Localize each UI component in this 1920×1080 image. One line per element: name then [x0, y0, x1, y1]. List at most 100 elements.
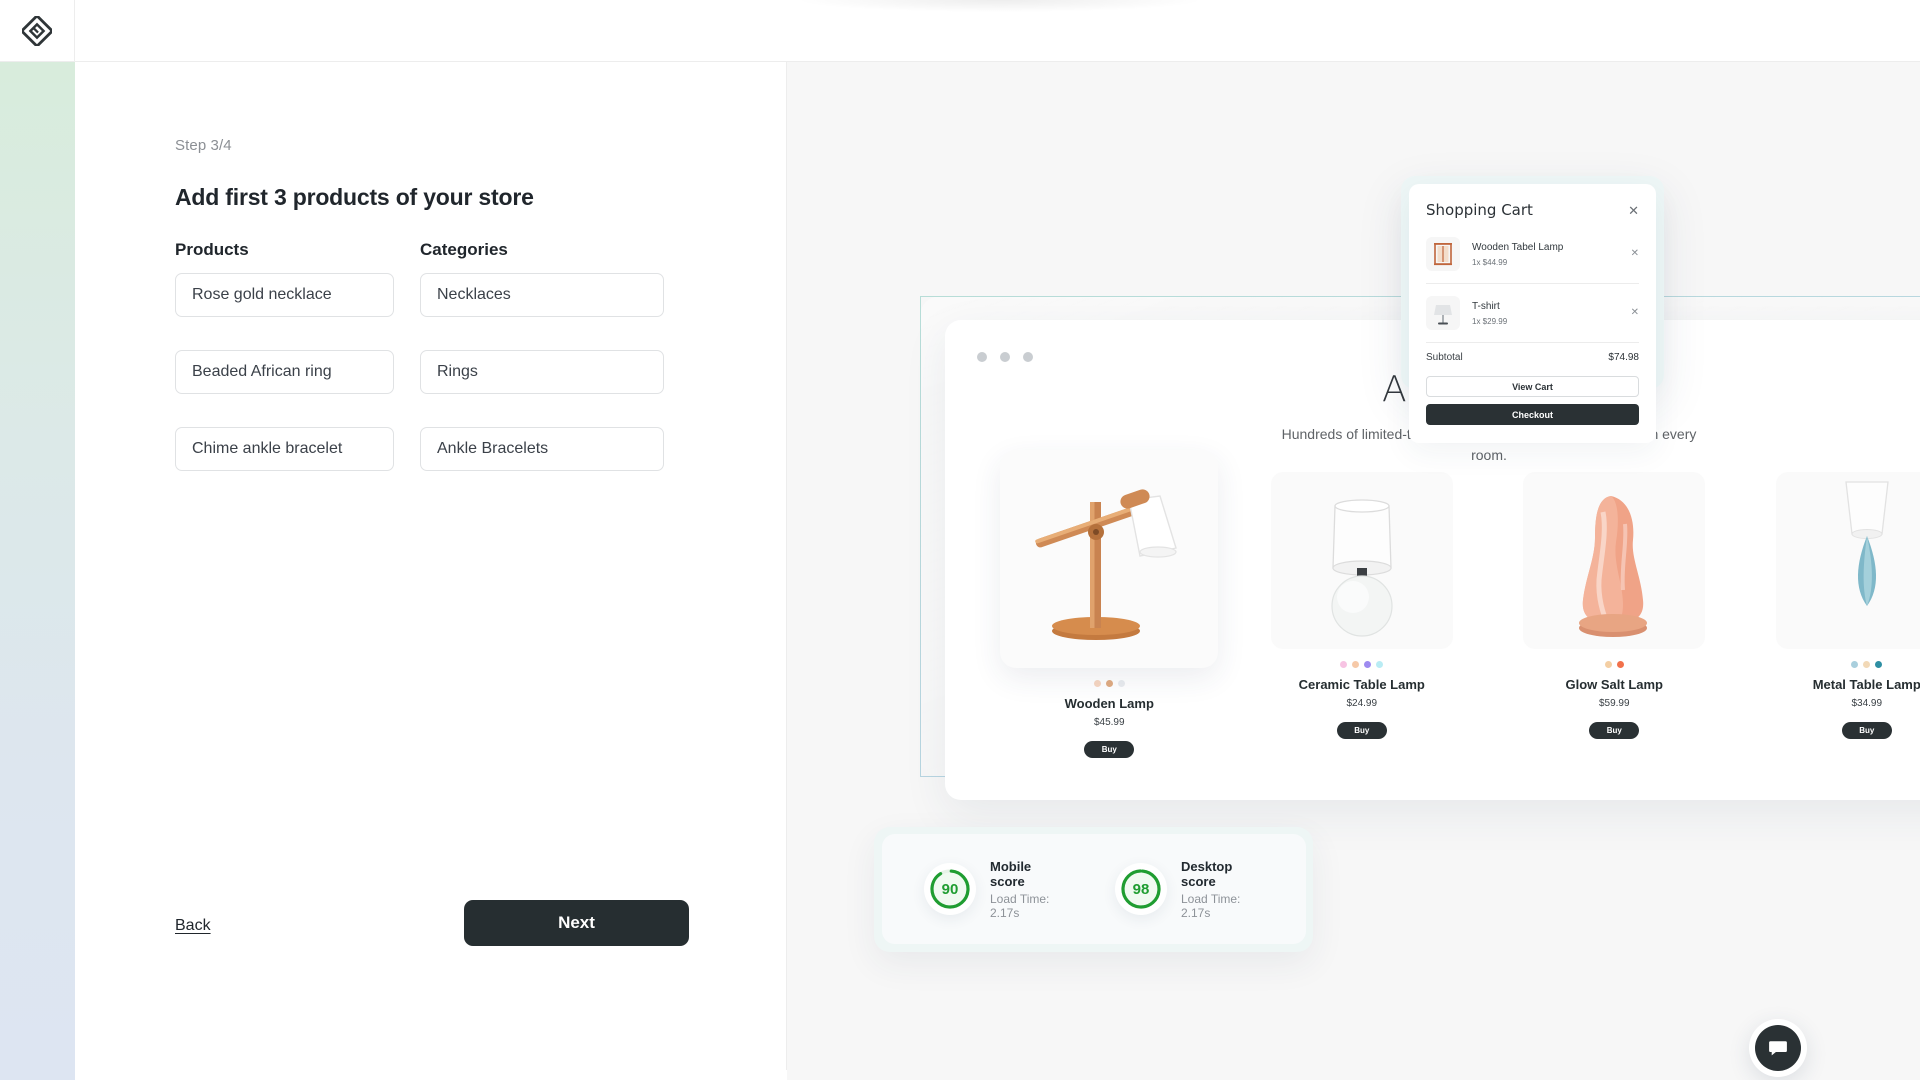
buy-button[interactable]: Buy	[1589, 722, 1640, 739]
left-gradient-rail	[0, 62, 75, 1080]
subtotal-label: Subtotal	[1426, 352, 1463, 363]
score-load-time: Load Time: 2.17s	[1181, 891, 1241, 920]
product-price: $34.99	[1851, 698, 1883, 709]
shopping-cart-panel: Shopping Cart ✕ Wooden Tabel Lamp 1x $44…	[1409, 184, 1656, 443]
product-grid: Wooden Lamp $45.99 Buy Ceramic Table Lam…	[983, 450, 1920, 758]
swatch[interactable]	[1340, 661, 1348, 668]
swatch[interactable]	[1604, 661, 1612, 668]
remove-item-icon[interactable]: ✕	[1631, 249, 1639, 259]
buy-button[interactable]: Buy	[1084, 741, 1135, 758]
cart-header: Shopping Cart ✕	[1426, 201, 1639, 219]
product-card[interactable]: Ceramic Table Lamp $24.99 Buy	[1236, 472, 1489, 758]
cart-item-info: T-shirt 1x $29.99	[1472, 301, 1631, 326]
swatch[interactable]	[1376, 661, 1384, 668]
score-label: Mobile score	[990, 858, 1032, 889]
color-swatches[interactable]	[1236, 661, 1489, 668]
swatch[interactable]	[1863, 661, 1871, 668]
score-value: 90	[941, 880, 959, 898]
color-swatches[interactable]	[983, 680, 1236, 687]
score-text: Desktop score Load Time: 2.17s	[1181, 859, 1260, 920]
product-image	[1775, 472, 1920, 649]
score-label: Desktop score	[1181, 858, 1233, 889]
category-input-2[interactable]: Rings	[420, 350, 664, 394]
product-name: Wooden Lamp	[1064, 696, 1154, 711]
product-row: Rose gold necklace Necklaces	[175, 273, 735, 317]
category-input-1[interactable]: Necklaces	[420, 273, 664, 317]
close-icon[interactable]: ✕	[1628, 204, 1639, 217]
view-cart-button[interactable]: View Cart	[1426, 376, 1639, 397]
salt-lamp-icon	[1579, 496, 1648, 637]
preview-stage: All Products Hundreds of limited-time de…	[787, 62, 1920, 1080]
color-swatches[interactable]	[1741, 661, 1920, 668]
wooden-lamp-icon	[1035, 489, 1178, 640]
column-header-products: Products	[175, 240, 249, 259]
product-name: Glow Salt Lamp	[1565, 677, 1663, 692]
category-input-3[interactable]: Ankle Bracelets	[420, 427, 664, 471]
swatch[interactable]	[1105, 680, 1113, 687]
score-load-time: Load Time: 2.17s	[990, 891, 1050, 920]
subtotal-value: $74.98	[1608, 352, 1639, 363]
score-ring: 98	[1115, 863, 1167, 915]
column-headers: Products Categories	[175, 240, 735, 260]
chat-launcher-circle	[1755, 1025, 1801, 1071]
window-dots	[977, 352, 1033, 362]
swatch[interactable]	[1117, 680, 1125, 687]
chat-launcher-button[interactable]	[1749, 1019, 1807, 1077]
remove-item-icon[interactable]: ✕	[1631, 308, 1639, 318]
wizard-footer: Back Next	[175, 900, 735, 946]
swatch[interactable]	[1875, 661, 1883, 668]
product-row: Beaded African ring Rings	[175, 350, 735, 394]
product-price: $45.99	[1093, 717, 1125, 728]
top-bar	[0, 0, 1920, 62]
brand-logo[interactable]	[0, 0, 75, 62]
divider	[1426, 283, 1639, 284]
step-indicator: Step 3/4	[175, 137, 232, 154]
column-header-categories: Categories	[420, 240, 508, 259]
swatch[interactable]	[1851, 661, 1859, 668]
chat-bubble-icon	[1769, 1041, 1787, 1056]
checkout-button[interactable]: Checkout	[1426, 404, 1639, 425]
cart-item-name: Wooden Tabel Lamp	[1472, 241, 1564, 253]
subtotal-row: Subtotal $74.98	[1426, 352, 1639, 363]
next-button[interactable]: Next	[464, 900, 689, 946]
buy-button[interactable]: Buy	[1336, 722, 1387, 739]
cart-item-thumbnail	[1426, 296, 1460, 330]
cart-item-thumbnail	[1426, 237, 1460, 271]
wizard-panel: Step 3/4 Add first 3 products of your st…	[75, 62, 787, 1070]
product-row: Chime ankle bracelet Ankle Bracelets	[175, 427, 735, 471]
color-swatches[interactable]	[1488, 661, 1741, 668]
back-link[interactable]: Back	[175, 917, 211, 935]
product-price: $59.99	[1598, 698, 1630, 709]
window-dot	[1000, 352, 1010, 362]
table-lamp-thumb-icon	[1434, 305, 1452, 325]
window-dot	[977, 352, 987, 362]
swatch[interactable]	[1364, 661, 1372, 668]
swatch[interactable]	[1093, 680, 1101, 687]
buy-button[interactable]: Buy	[1841, 722, 1892, 739]
score-text: Mobile score Load Time: 2.17s	[990, 859, 1069, 920]
cart-item-name: T-shirt	[1472, 300, 1500, 312]
divider	[1426, 342, 1639, 343]
product-card[interactable]: Glow Salt Lamp $59.99 Buy	[1488, 472, 1741, 758]
swatch[interactable]	[1616, 661, 1624, 668]
app-root: Step 3/4 Add first 3 products of your st…	[0, 0, 1920, 1080]
cart-item-qty-price: 1x $44.99	[1472, 257, 1508, 267]
page-title: Add first 3 products of your store	[175, 184, 534, 210]
product-input-2[interactable]: Beaded African ring	[175, 350, 394, 394]
window-dot	[1023, 352, 1033, 362]
product-image	[1000, 450, 1219, 668]
product-name: Ceramic Table Lamp	[1298, 677, 1425, 692]
product-image	[1270, 472, 1453, 649]
product-price: $24.99	[1346, 698, 1378, 709]
cart-item-qty-price: 1x $29.99	[1472, 316, 1508, 326]
product-card[interactable]: Metal Table Lamp $34.99 Buy	[1741, 472, 1920, 758]
score-item-mobile: 90 Mobile score Load Time: 2.17s	[924, 859, 1069, 920]
product-input-1[interactable]: Rose gold necklace	[175, 273, 394, 317]
cart-item: T-shirt 1x $29.99 ✕	[1426, 293, 1639, 340]
product-input-3[interactable]: Chime ankle bracelet	[175, 427, 394, 471]
swatch[interactable]	[1352, 661, 1360, 668]
score-value: 98	[1132, 880, 1150, 898]
product-image	[1523, 472, 1706, 649]
ceramic-lamp-icon	[1331, 499, 1393, 637]
product-card[interactable]: Wooden Lamp $45.99 Buy	[983, 450, 1236, 758]
